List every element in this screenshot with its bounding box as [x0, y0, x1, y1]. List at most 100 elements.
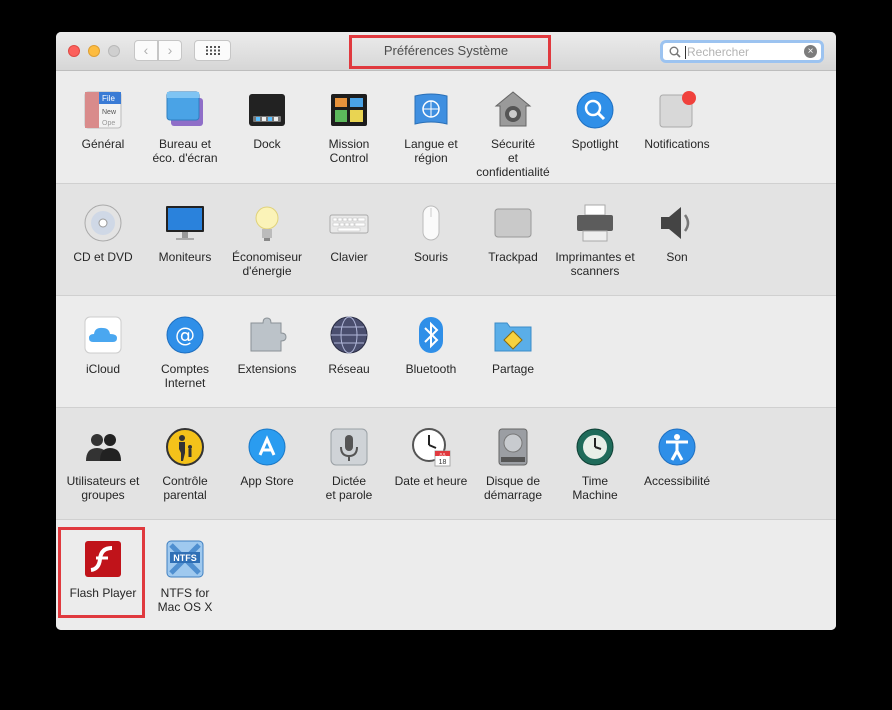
pref-label: Bluetooth — [405, 362, 457, 376]
general-new-text: New — [102, 109, 117, 116]
pref-notifications[interactable]: Notifications — [636, 71, 718, 171]
search-field[interactable]: Rechercher × — [660, 40, 824, 63]
pref-time-machine[interactable]: Time Machine — [554, 408, 636, 508]
pref-language-region[interactable]: Langue et région — [390, 71, 472, 171]
pref-icloud[interactable]: iCloud — [62, 296, 144, 396]
pref-bluetooth[interactable]: Bluetooth — [390, 296, 472, 396]
pref-printers[interactable]: Imprimantes et scanners — [554, 184, 636, 284]
trackpad-icon — [494, 208, 532, 238]
pref-label: CD et DVD — [73, 250, 133, 264]
pref-ntfs[interactable]: NTFS NTFS for Mac OS X — [144, 520, 226, 620]
pref-trackpad[interactable]: Trackpad — [472, 184, 554, 284]
general-icon: File New Ope — [84, 91, 122, 129]
title-bar: ‹ › Préférences Système Rechercher × — [56, 32, 836, 71]
title-highlight-box — [349, 35, 551, 69]
network-icon — [330, 316, 368, 354]
pref-sharing[interactable]: Partage — [472, 296, 554, 396]
pref-label: Sécurité et confidentialité — [476, 137, 550, 179]
ntfs-icon: NTFS — [166, 540, 204, 578]
calendar-month-text: JUL — [439, 451, 447, 456]
pref-security[interactable]: Sécurité et confidentialité — [472, 71, 554, 179]
pref-desktop[interactable]: Bureau et éco. d'écran — [144, 71, 226, 171]
pref-label: Contrôle parental — [162, 474, 208, 502]
pref-users-groups[interactable]: Utilisateurs et groupes — [62, 408, 144, 508]
bluetooth-icon — [419, 317, 443, 353]
cd-dvd-icon — [84, 204, 122, 242]
desktop-icon — [166, 91, 203, 126]
pref-dictation[interactable]: Dictée et parole — [308, 408, 390, 508]
mouse-icon — [422, 205, 440, 241]
pref-app-store[interactable]: App Store — [226, 408, 308, 508]
keyboard-icon — [329, 214, 369, 234]
energy-saver-icon — [255, 206, 279, 241]
pref-label: Disque de démarrage — [483, 474, 543, 502]
pref-sound[interactable]: Son — [636, 184, 718, 284]
search-placeholder: Rechercher — [687, 45, 750, 59]
pref-startup-disk[interactable]: Disque de démarrage — [472, 408, 554, 508]
pref-cd-dvd[interactable]: CD et DVD — [62, 184, 144, 284]
pref-label: Partage — [491, 362, 535, 376]
startup-disk-icon — [498, 428, 528, 466]
pref-label: Spotlight — [571, 137, 619, 151]
pref-label: Bureau et éco. d'écran — [152, 137, 218, 165]
clear-search-icon[interactable]: × — [804, 45, 817, 58]
pref-general[interactable]: File New Ope Général — [62, 71, 144, 171]
flash-player-highlight-box — [58, 527, 145, 618]
pref-accessibility[interactable]: Accessibilité — [636, 408, 718, 508]
notifications-icon — [659, 91, 696, 128]
pref-displays[interactable]: Moniteurs — [144, 184, 226, 284]
pref-mission-control[interactable]: Mission Control — [308, 71, 390, 171]
pref-label: Extensions — [237, 362, 297, 376]
general-open-text: Ope — [102, 120, 115, 127]
pref-mouse[interactable]: Souris — [390, 184, 472, 284]
pref-dock[interactable]: Dock — [226, 71, 308, 171]
sound-icon — [661, 207, 690, 239]
pref-keyboard[interactable]: Clavier — [308, 184, 390, 284]
pref-energy-saver[interactable]: Économiseur d'énergie — [226, 184, 308, 284]
ntfs-badge-text: NTFS — [173, 553, 197, 563]
section-internet: iCloud @ Comptes Internet Extensions Rés… — [56, 295, 836, 407]
search-icon — [669, 46, 681, 58]
language-region-icon — [414, 93, 448, 125]
dictation-icon — [330, 428, 368, 466]
pref-label: Économiseur d'énergie — [231, 250, 303, 278]
system-preferences-window: ‹ › Préférences Système Rechercher × Fil… — [56, 32, 836, 630]
pref-network[interactable]: Réseau — [308, 296, 390, 396]
pref-label: Accessibilité — [643, 474, 711, 488]
section-personal: File New Ope Général Bureau et éco. d'éc… — [56, 71, 836, 183]
pref-parental-controls[interactable]: Contrôle parental — [144, 408, 226, 508]
accessibility-icon — [658, 428, 696, 466]
pref-extensions[interactable]: Extensions — [226, 296, 308, 396]
pref-label: Time Machine — [572, 474, 618, 502]
pref-label: Date et heure — [394, 474, 468, 488]
pref-label: App Store — [240, 474, 294, 488]
calendar-day-text: 18 — [439, 459, 447, 466]
mission-control-icon — [331, 94, 367, 126]
section-hardware: CD et DVD Moniteurs Économiseur d'énergi… — [56, 183, 836, 295]
time-machine-icon — [576, 428, 614, 466]
pref-label: Notifications — [644, 137, 710, 151]
pref-label: NTFS for Mac OS X — [157, 586, 213, 614]
section-other: Flash Player NTFS NTFS for Mac OS X — [56, 519, 836, 630]
pref-spotlight[interactable]: Spotlight — [554, 71, 636, 171]
printer-icon — [577, 204, 613, 242]
icloud-icon — [84, 316, 122, 354]
date-time-icon: JUL 18 — [412, 428, 451, 467]
dock-icon — [249, 94, 285, 126]
displays-icon — [166, 206, 204, 240]
extensions-icon — [250, 317, 287, 352]
pref-label: Imprimantes et scanners — [555, 250, 635, 278]
pref-label: Général — [81, 137, 125, 151]
pref-label: Dictée et parole — [325, 474, 373, 502]
pref-label: Langue et région — [404, 137, 458, 165]
pref-internet-accounts[interactable]: @ Comptes Internet — [144, 296, 226, 396]
pref-label: Utilisateurs et groupes — [66, 474, 140, 502]
users-groups-icon — [86, 434, 121, 461]
pref-date-time[interactable]: JUL 18 Date et heure — [390, 408, 472, 508]
pref-label: Souris — [413, 250, 448, 264]
spotlight-icon — [576, 91, 614, 129]
pref-label: Mission Control — [328, 137, 370, 165]
parental-controls-icon — [166, 428, 204, 466]
pref-label: Réseau — [328, 362, 370, 376]
security-icon — [494, 91, 532, 127]
